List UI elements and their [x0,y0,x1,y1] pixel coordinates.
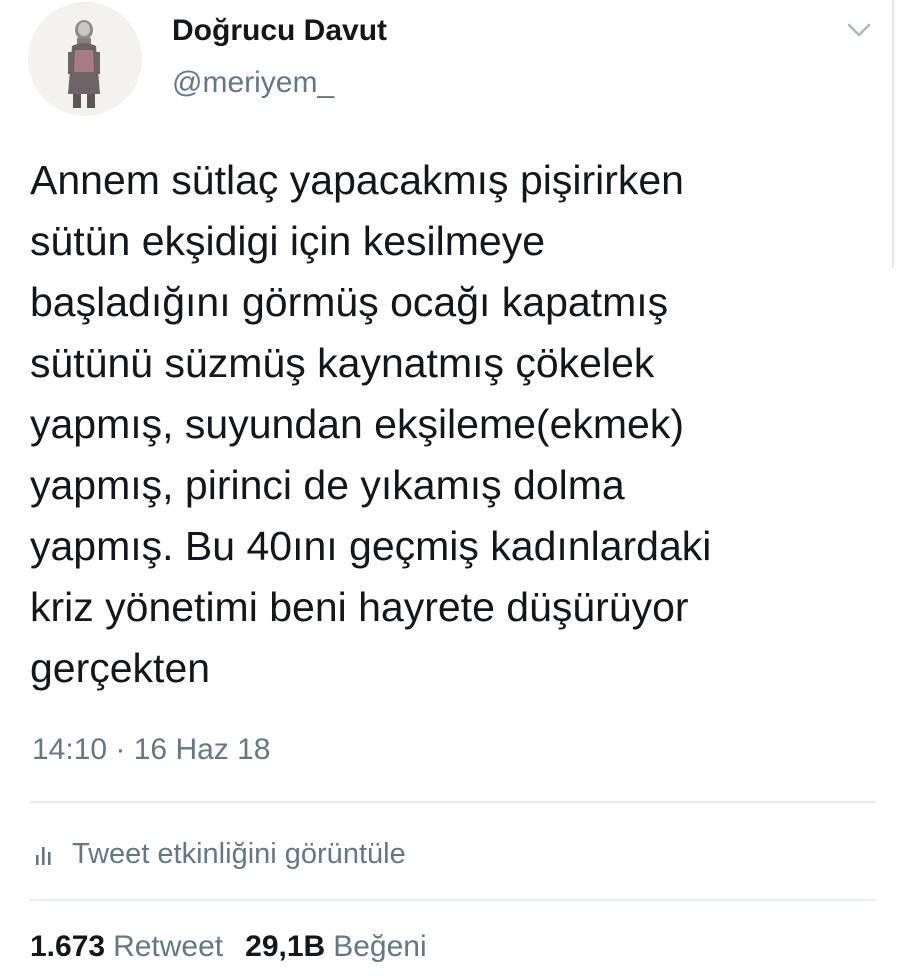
bar-chart-icon [36,847,51,865]
avatar-image [28,2,142,116]
chevron-down-icon[interactable] [846,20,872,40]
tweet-text-line: yapmış, pirinci de yıkamış dolma [30,462,625,508]
tweet-text-line: Annem sütlaç yapacakmış pişirirken [30,157,684,203]
tweet-card: Doğrucu Davut @meriyem_ Annem sütlaç yap… [0,0,900,978]
scroll-indicator [892,0,894,268]
tweet-text: Annem sütlaç yapacakmış pişirirken sütün… [30,150,880,699]
like-stat[interactable]: 29,1B Beğeni [245,930,426,964]
retweet-count: 1.673 [30,930,106,963]
tweet-text-line: sütün ekşidigi için kesilmeye [30,218,546,264]
tweet-text-line: yapmış. Bu 40ını geçmiş kadınlardaki [30,523,712,569]
tweet-timestamp[interactable]: 14:10 · 16 Haz 18 [32,733,271,767]
tweet-text-line: yapmış, suyundan ekşileme(ekmek) [30,401,684,447]
tweet-text-line: kriz yönetimi beni hayrete düşürüyor [30,584,689,630]
tweet-text-line: gerçekten [30,645,211,691]
divider [30,899,876,901]
view-activity-link[interactable]: Tweet etkinliğini görüntüle [34,834,406,874]
avatar[interactable] [28,2,142,116]
like-count: 29,1B [245,930,326,963]
user-handle[interactable]: @meriyem_ [172,66,334,100]
retweet-label: Retweet [113,930,224,963]
view-activity-label: Tweet etkinliğini görüntüle [72,837,406,870]
tweet-text-line: sütünü süzmüş kaynatmış çökelek [30,340,655,386]
retweet-stat[interactable]: 1.673 Retweet [30,930,223,964]
display-name[interactable]: Doğrucu Davut [172,14,387,48]
engagement-stats: 1.673 Retweet 29,1B Beğeni [30,930,427,964]
divider [30,801,876,803]
tweet-text-line: başladığını görmüş ocağı kapatmış [30,279,669,325]
like-label: Beğeni [333,930,427,963]
